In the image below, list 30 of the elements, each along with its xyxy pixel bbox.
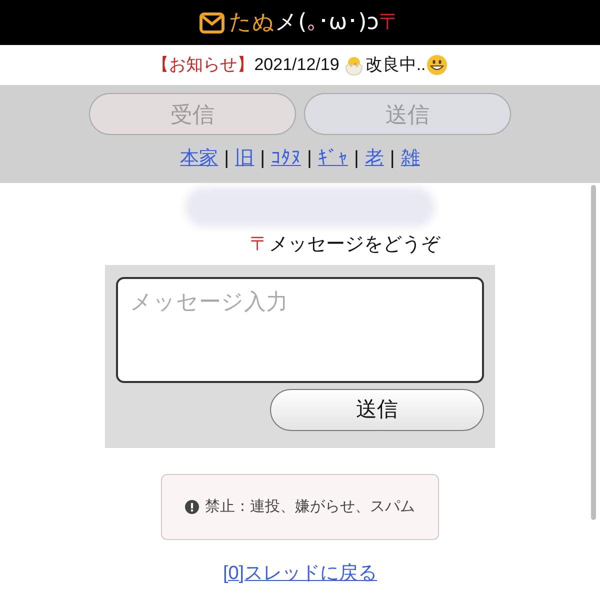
- notice-label: 【お知らせ】: [152, 54, 254, 76]
- notice-date: 2021/12/19: [254, 54, 340, 76]
- board-link[interactable]: 雑: [400, 145, 420, 174]
- link-separator: |: [307, 147, 312, 171]
- link-separator: |: [260, 147, 266, 171]
- title-text: メ(: [275, 9, 307, 37]
- mailbox-tab[interactable]: 受信: [89, 93, 296, 135]
- board-link[interactable]: ｷﾞｬ: [318, 145, 348, 174]
- back-to-thread-link[interactable]: [0]スレッドに戻る: [222, 560, 378, 588]
- link-separator: |: [390, 147, 395, 171]
- link-separator: |: [354, 147, 359, 171]
- mailbox-tab[interactable]: 送信: [304, 93, 511, 135]
- title-text: たぬ: [229, 9, 276, 37]
- title-text: ･ω･)ɔ: [318, 9, 379, 37]
- grinning-face-icon: [426, 54, 448, 76]
- board-link[interactable]: 本家: [180, 145, 218, 174]
- hatching-chick-icon: [343, 54, 366, 76]
- link-separator: |: [224, 147, 230, 171]
- board-link[interactable]: ｺﾀﾇ: [271, 145, 302, 174]
- exclamation-icon: [185, 500, 199, 514]
- envelope-icon: [199, 12, 226, 34]
- message-input-field[interactable]: メッセージ入力: [116, 277, 484, 383]
- board-link[interactable]: 老: [364, 145, 384, 174]
- send-button[interactable]: 送信: [270, 389, 484, 431]
- rules-text: 禁止：連投、嫌がらせ、スパム: [205, 496, 415, 517]
- notice-text: 改良中..: [365, 54, 426, 76]
- title-text: 〒: [378, 9, 401, 37]
- board-link[interactable]: 旧: [235, 145, 254, 174]
- title-text: ｡: [306, 9, 318, 37]
- message-prompt: 〒メッセージをどうぞ: [250, 233, 440, 257]
